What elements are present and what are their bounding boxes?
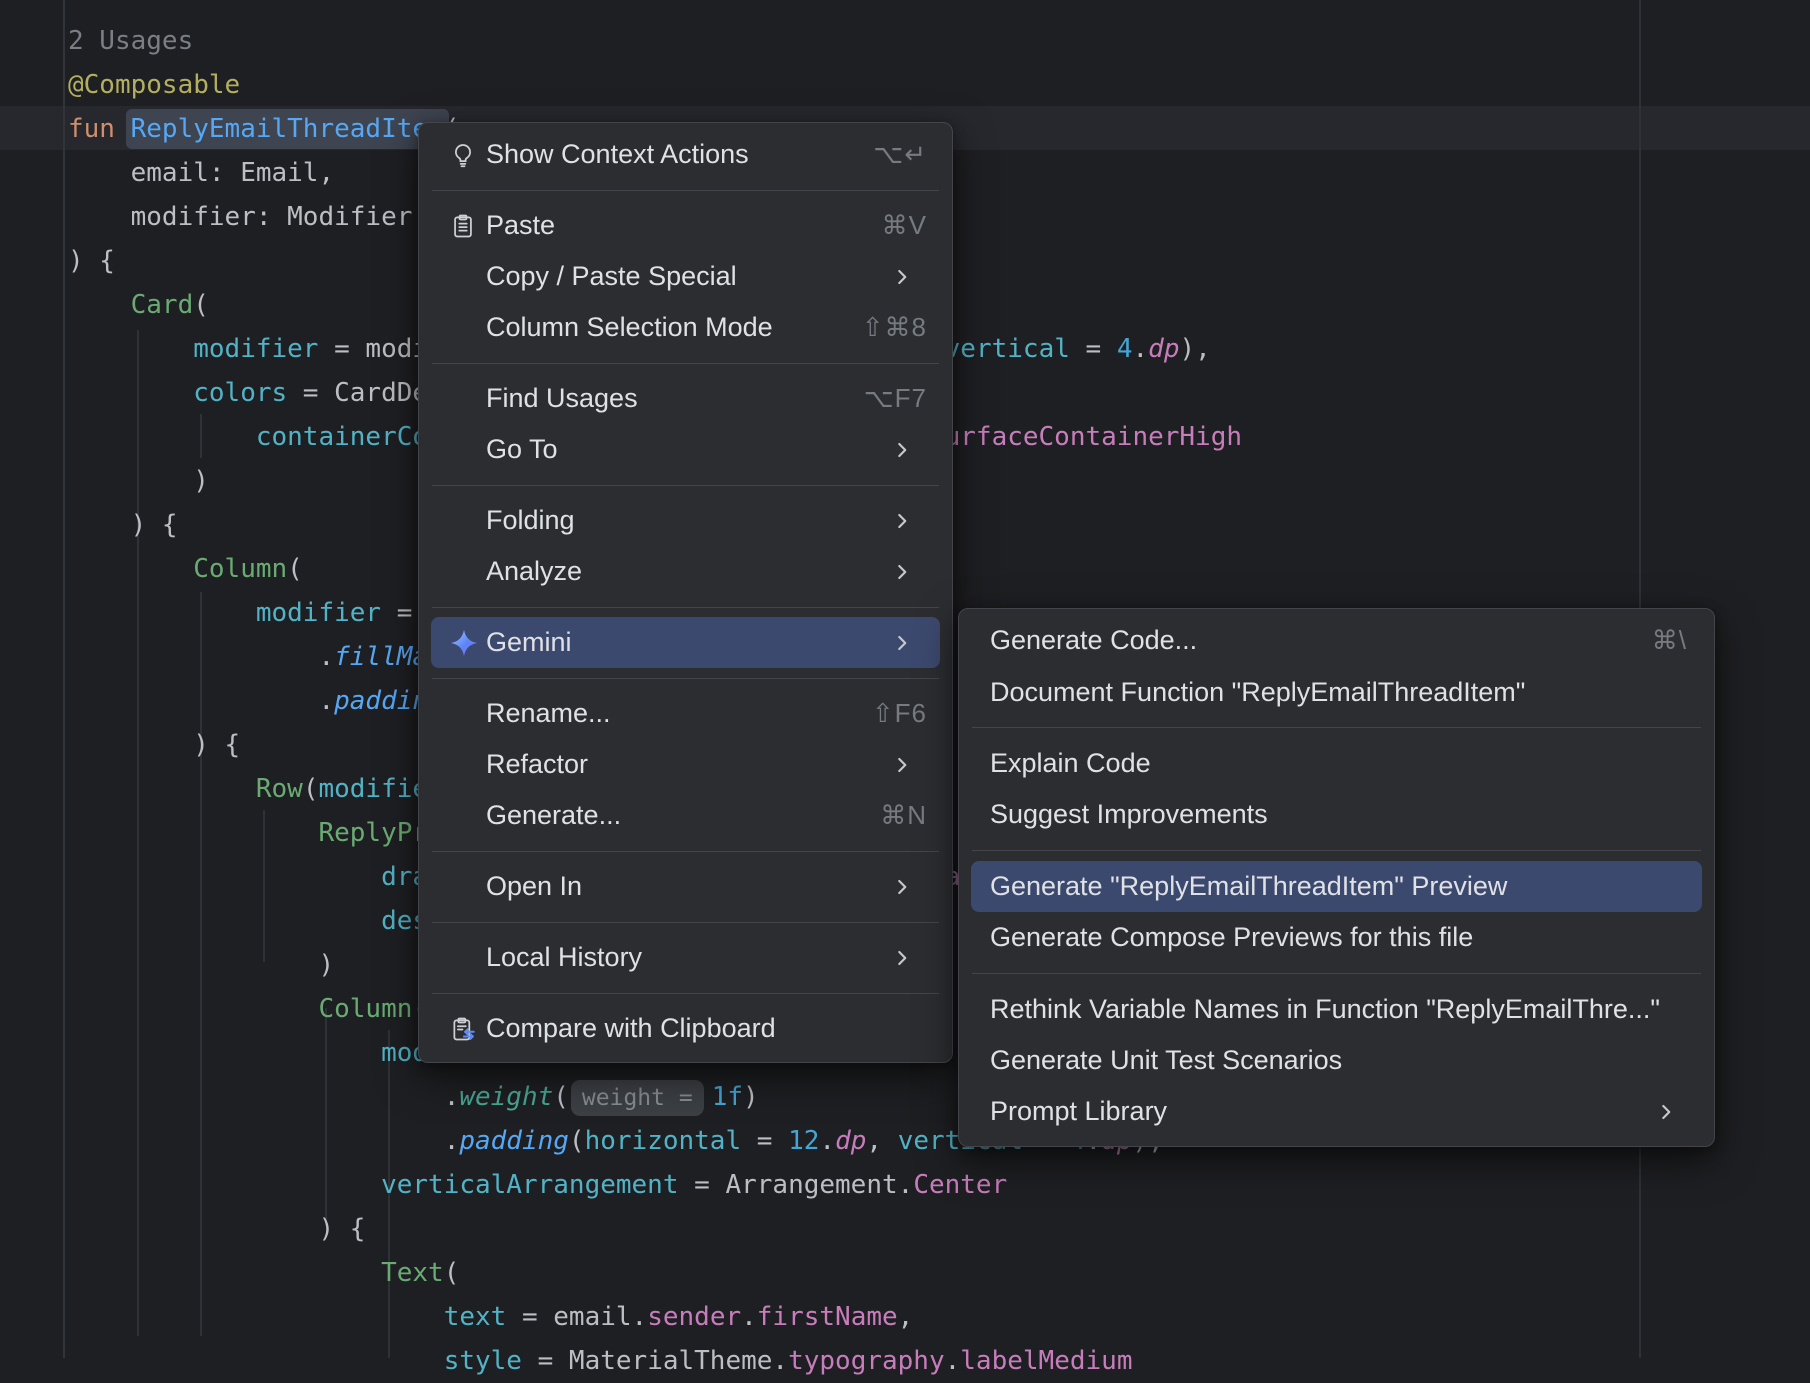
editor-gutter-divider: [63, 0, 65, 1358]
menu-item-find-usages[interactable]: Find Usages ⌥F7: [431, 373, 940, 424]
chevron-right-icon: [889, 264, 915, 290]
menu-item-label: Open In: [486, 871, 582, 902]
menu-item-analyze[interactable]: Analyze: [431, 546, 940, 597]
clipboard-paste-icon: [449, 212, 486, 240]
lightbulb-icon: [449, 141, 486, 169]
menu-shortcut: ⇧⌘8: [862, 312, 927, 343]
menu-item-generate-replyemailthreaditem-preview[interactable]: Generate "ReplyEmailThreadItem" Preview: [971, 861, 1702, 912]
code-line: @Composable: [68, 63, 1242, 107]
menu-item-label: Generate Compose Previews for this file: [990, 922, 1473, 953]
menu-item-generate[interactable]: Generate... ⌘N: [431, 790, 940, 841]
menu-separator: [972, 973, 1701, 974]
clipboard-compare-icon: [449, 1015, 486, 1043]
menu-item-show-context-actions[interactable]: Show Context Actions ⌥↵: [431, 129, 940, 180]
menu-shortcut: ⇧F6: [872, 698, 927, 729]
menu-separator: [972, 850, 1701, 851]
menu-item-explain-code[interactable]: Explain Code: [971, 738, 1702, 789]
menu-item-label: Suggest Improvements: [990, 799, 1268, 830]
menu-separator: [432, 922, 939, 923]
gemini-sparkle-icon: [449, 628, 486, 658]
menu-item-label: Show Context Actions: [486, 139, 749, 170]
menu-shortcut: ⌘\: [1652, 625, 1687, 656]
menu-item-label: Go To: [486, 434, 558, 465]
gemini-submenu: Generate Code... ⌘\ Document Function "Rep…: [958, 608, 1715, 1147]
menu-separator: [432, 678, 939, 679]
menu-item-label: Copy / Paste Special: [486, 261, 737, 292]
menu-item-generate-unit-test-scenarios[interactable]: Generate Unit Test Scenarios: [971, 1035, 1702, 1086]
menu-item-compare-with-clipboard[interactable]: Compare with Clipboard: [431, 1003, 940, 1054]
menu-shortcut: ⌘N: [880, 800, 927, 831]
context-menu: Show Context Actions ⌥↵ Paste ⌘V Copy / Past…: [418, 122, 953, 1063]
menu-item-label: Generate Code...: [990, 625, 1197, 656]
chevron-right-icon: [1653, 1099, 1679, 1125]
menu-shortcut: ⌥F7: [864, 383, 927, 414]
chevron-right-icon: [889, 945, 915, 971]
menu-separator: [432, 190, 939, 191]
code-line: verticalArrangement = Arrangement.Center: [68, 1163, 1242, 1207]
menu-item-label: Paste: [486, 210, 555, 241]
menu-item-label: Column Selection Mode: [486, 312, 773, 343]
menu-separator: [432, 851, 939, 852]
menu-item-suggest-improvements[interactable]: Suggest Improvements: [971, 789, 1702, 840]
menu-item-label: Gemini: [486, 627, 572, 658]
code-line: text = email.sender.firstName,: [68, 1295, 1242, 1339]
menu-item-local-history[interactable]: Local History: [431, 932, 940, 983]
menu-item-label: Explain Code: [990, 748, 1151, 779]
menu-item-label: Generate...: [486, 800, 621, 831]
menu-item-label: Find Usages: [486, 383, 638, 414]
chevron-right-icon: [889, 508, 915, 534]
menu-item-label: Rethink Variable Names in Function "Repl…: [990, 994, 1660, 1025]
menu-item-column-selection-mode[interactable]: Column Selection Mode ⇧⌘8: [431, 302, 940, 353]
menu-item-label: Compare with Clipboard: [486, 1013, 776, 1044]
menu-item-go-to[interactable]: Go To: [431, 424, 940, 475]
menu-item-label: Analyze: [486, 556, 582, 587]
menu-item-folding[interactable]: Folding: [431, 495, 940, 546]
menu-item-refactor[interactable]: Refactor: [431, 739, 940, 790]
menu-item-document-function-replyemailthreaditem[interactable]: Document Function "ReplyEmailThreadItem": [971, 666, 1702, 717]
menu-item-prompt-library[interactable]: Prompt Library: [971, 1086, 1702, 1137]
menu-item-generate-compose-previews-for-this-file[interactable]: Generate Compose Previews for this file: [971, 912, 1702, 963]
menu-shortcut: ⌥↵: [873, 139, 927, 170]
menu-item-label: Folding: [486, 505, 575, 536]
menu-item-label: Document Function "ReplyEmailThreadItem": [990, 677, 1525, 708]
menu-separator: [432, 485, 939, 486]
menu-separator: [972, 727, 1701, 728]
chevron-right-icon: [889, 874, 915, 900]
menu-item-copy-paste-special[interactable]: Copy / Paste Special: [431, 251, 940, 302]
menu-item-rename[interactable]: Rename... ⇧F6: [431, 688, 940, 739]
menu-item-label: Prompt Library: [990, 1096, 1167, 1127]
chevron-right-icon: [889, 630, 915, 656]
menu-item-open-in[interactable]: Open In: [431, 861, 940, 912]
inlay-hint-chip: weight =: [571, 1080, 704, 1116]
chevron-right-icon: [889, 559, 915, 585]
chevron-right-icon: [889, 437, 915, 463]
menu-separator: [432, 993, 939, 994]
menu-item-label: Refactor: [486, 749, 588, 780]
menu-shortcut: ⌘V: [882, 210, 927, 241]
menu-separator: [432, 607, 939, 608]
menu-item-label: Generate "ReplyEmailThreadItem" Preview: [990, 871, 1507, 902]
identifier-highlight: ReplyEmailThreadItem: [131, 114, 444, 144]
code-line: 2 Usages: [68, 19, 1242, 63]
code-line: style = MaterialTheme.typography.labelMe…: [68, 1339, 1242, 1383]
menu-item-generate-code[interactable]: Generate Code... ⌘\: [971, 615, 1702, 666]
menu-item-label: Rename...: [486, 698, 611, 729]
menu-item-label: Generate Unit Test Scenarios: [990, 1045, 1342, 1076]
menu-item-paste[interactable]: Paste ⌘V: [431, 200, 940, 251]
menu-separator: [432, 363, 939, 364]
menu-item-gemini[interactable]: Gemini: [431, 617, 940, 668]
menu-item-label: Local History: [486, 942, 642, 973]
code-line: Text(: [68, 1251, 1242, 1295]
menu-item-rethink-variable-names-in-function-replyemailthre[interactable]: Rethink Variable Names in Function "Repl…: [971, 983, 1702, 1034]
chevron-right-icon: [889, 752, 915, 778]
code-line: ) {: [68, 1207, 1242, 1251]
